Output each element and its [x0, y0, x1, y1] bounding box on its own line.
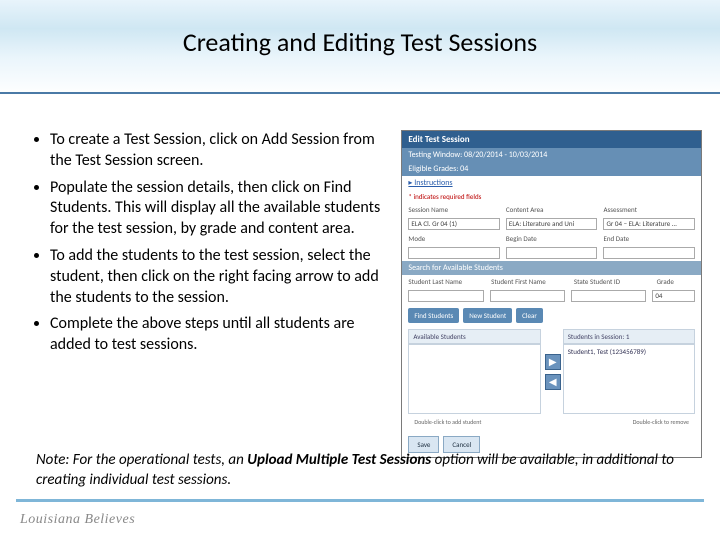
- note-text: Note: For the operational tests, an Uplo…: [36, 451, 684, 490]
- input-session-name[interactable]: ELA Cl. Gr 04 (1): [408, 218, 500, 230]
- bullet-3: To add the students to the test session,…: [50, 246, 395, 308]
- footer-brand: Louisiana Believes: [20, 512, 135, 528]
- label-content-area: Content Area: [506, 205, 598, 214]
- arrow-right-icon[interactable]: ▶: [545, 354, 561, 370]
- input-end-date[interactable]: [603, 247, 695, 259]
- hint-add: Double-click to add student: [408, 418, 548, 430]
- clear-button[interactable]: Clear: [516, 308, 543, 323]
- instruction-list: To create a Test Session, click on Add S…: [28, 130, 395, 468]
- window-title: Edit Test Session: [402, 131, 701, 148]
- bullet-2: Populate the session details, then click…: [50, 178, 395, 240]
- testing-window-band: Testing Window: 08/20/2014 - 10/03/2014: [402, 148, 701, 162]
- label-assessment: Assessment: [603, 205, 695, 214]
- hint-remove: Double-click to remove: [555, 418, 695, 430]
- input-last-name[interactable]: [408, 290, 483, 302]
- label-mode: Mode: [408, 234, 500, 243]
- label-begin-date: Begin Date: [506, 234, 598, 243]
- note-bold: Upload Multiple Test Sessions: [247, 451, 431, 469]
- available-students-list[interactable]: [408, 344, 540, 414]
- page-title: Creating and Editing Test Sessions: [0, 26, 720, 58]
- header-divider: [0, 92, 720, 94]
- available-students-header: Available Students: [408, 329, 540, 344]
- instructions-link[interactable]: ▸ Instructions: [402, 176, 701, 190]
- find-students-button[interactable]: Find Students: [408, 308, 459, 323]
- label-end-date: End Date: [603, 234, 695, 243]
- label-student-id: State Student ID: [574, 277, 651, 286]
- label-last-name: Student Last Name: [408, 277, 485, 286]
- input-student-id[interactable]: [571, 290, 646, 302]
- input-mode[interactable]: [408, 247, 500, 259]
- app-screenshot: Edit Test Session Testing Window: 08/20/…: [395, 130, 702, 468]
- input-begin-date[interactable]: [506, 247, 598, 259]
- session-students-list[interactable]: Student1, Test (123456789): [563, 344, 695, 414]
- search-section-header: Search for Available Students: [402, 261, 701, 275]
- bullet-1: To create a Test Session, click on Add S…: [50, 130, 395, 172]
- arrow-left-icon[interactable]: ◀: [545, 374, 561, 390]
- note-prefix: Note: For the operational tests, an: [36, 451, 247, 469]
- new-student-button[interactable]: New Student: [463, 308, 512, 323]
- label-first-name: Student First Name: [491, 277, 568, 286]
- input-first-name[interactable]: [490, 290, 565, 302]
- label-grade: Grade: [657, 277, 695, 286]
- session-students-header: Students in Session: 1: [563, 329, 695, 344]
- input-assessment[interactable]: Gr 04 – ELA: Literature …: [603, 218, 695, 230]
- required-note: * indicates required fields: [402, 190, 701, 203]
- input-content-area[interactable]: ELA: Literature and Uni: [506, 218, 598, 230]
- input-grade[interactable]: 04: [652, 290, 695, 302]
- label-session-name: Session Name: [408, 205, 500, 214]
- footer-divider: [16, 499, 704, 502]
- eligible-grades-band: Eligible Grades: 04: [402, 162, 701, 176]
- bullet-4: Complete the above steps until all stude…: [50, 314, 395, 356]
